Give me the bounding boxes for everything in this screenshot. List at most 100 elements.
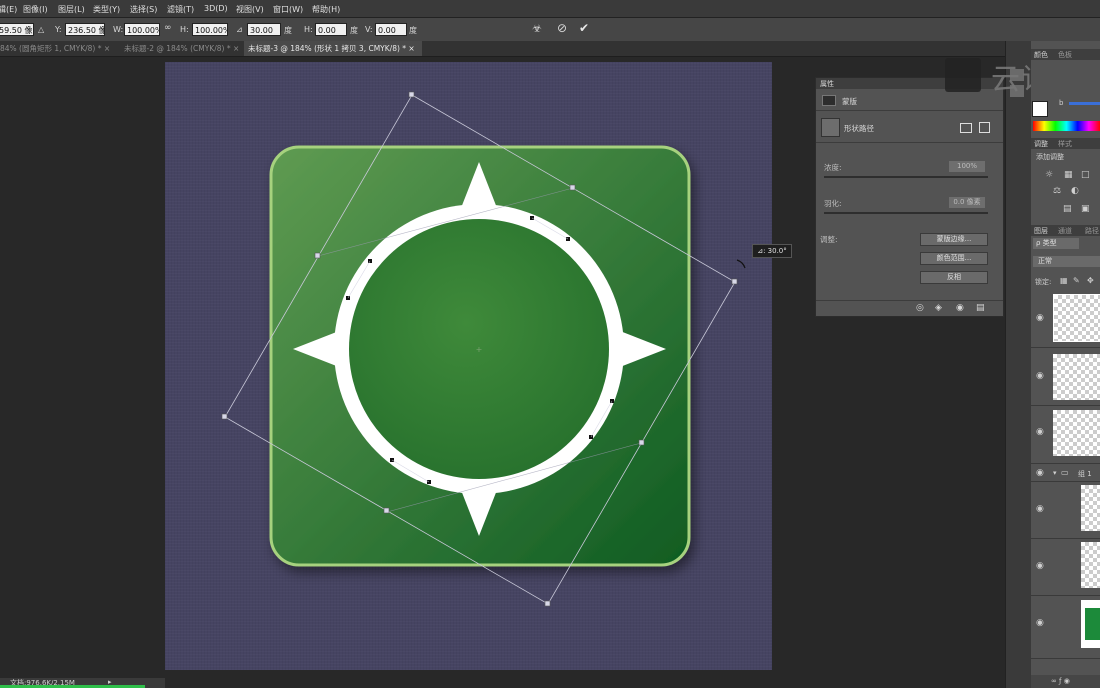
layer-row[interactable]: ◉ [1031, 405, 1100, 464]
angle-icon: ⊿ [236, 25, 243, 34]
layer-row[interactable]: ◉ [1031, 349, 1100, 406]
brightness-icon[interactable]: ☼ [1045, 170, 1053, 180]
hskew-unit: 度 [350, 26, 358, 35]
group-name: 组 1 [1078, 470, 1092, 478]
menu-edit[interactable]: 编辑(E) [0, 4, 17, 15]
b-slider[interactable] [1069, 102, 1100, 105]
tab-styles[interactable]: 样式 [1058, 139, 1072, 149]
cancel-transform-icon[interactable]: ⊘ [557, 21, 567, 35]
watermark-logo-icon [945, 58, 981, 92]
add-mask-icon[interactable] [960, 123, 972, 133]
trash-icon[interactable]: ▤ [976, 303, 985, 313]
vskew-field[interactable]: 0.00 [375, 23, 407, 36]
eye-icon[interactable]: ◉ [1036, 371, 1044, 381]
panel-dock-strip [1005, 41, 1031, 688]
tab-swatches[interactable]: 色板 [1058, 50, 1072, 60]
feather-label: 羽化: [824, 199, 842, 208]
tab-label: 未标题-3 @ 184% (形状 1 拷贝 3, CMYK/8) * [248, 44, 407, 53]
apply-mask-icon[interactable]: ◈ [935, 303, 942, 313]
eye-icon[interactable]: ◉ [1036, 468, 1044, 478]
angle-field[interactable]: 30.00 [247, 23, 281, 36]
color-panel-header: 颜色 色板 [1031, 49, 1100, 60]
close-icon[interactable]: × [408, 44, 414, 53]
tab-doc-3[interactable]: 未标题-3 @ 184% (形状 1 拷贝 3, CMYK/8) * × [244, 41, 422, 56]
layer-row[interactable]: ◉ [1031, 539, 1100, 596]
shape-path-label: 形状路径 [844, 124, 874, 133]
feather-slider[interactable] [824, 212, 988, 214]
tab-adjustments[interactable]: 调整 [1034, 139, 1048, 149]
color-range-button[interactable]: 颜色范围... [920, 252, 988, 265]
menu-window[interactable]: 窗口(W) [273, 4, 303, 15]
lock-position-icon[interactable]: ✥ [1087, 276, 1094, 285]
hskew-field[interactable]: 0.00 [315, 23, 347, 36]
layers-footer-icons[interactable]: ∞ ƒ ◉ [1031, 675, 1100, 688]
lock-pixels-icon[interactable]: ✎ [1073, 276, 1080, 285]
hskew-label: H: [304, 25, 313, 34]
feather-field[interactable]: 0.0 像素 [949, 197, 985, 208]
hue-icon[interactable]: ◐ [1071, 186, 1079, 196]
menu-select[interactable]: 选择(S) [130, 4, 157, 15]
menu-view[interactable]: 视图(V) [236, 4, 264, 15]
eye-icon[interactable]: ◉ [1036, 618, 1044, 628]
select-icon[interactable] [979, 122, 990, 133]
link-icon[interactable]: ∞ [164, 23, 172, 33]
properties-panel: 属性 蒙版 形状路径 浓度: 100% 羽化: 0.0 像素 调整: 蒙版边缘.… [815, 77, 1004, 317]
layer-row[interactable]: ◉ [1031, 596, 1100, 659]
density-slider[interactable] [824, 176, 988, 178]
layer-thumbnail [1053, 354, 1100, 400]
balance-icon[interactable]: ⚖ [1053, 186, 1061, 196]
menu-filter[interactable]: 滤镜(T) [167, 4, 194, 15]
x-field[interactable]: 59.50 像素 [0, 23, 34, 36]
document-tabs: 84% (圆角矩形 1, CMYK/8) * × 未标题-2 @ 184% (C… [0, 41, 1015, 57]
commit-transform-icon[interactable]: ✔ [579, 21, 589, 35]
width-field[interactable]: 100.00% [124, 23, 160, 36]
curves-icon[interactable]: □ [1081, 170, 1090, 180]
tab-doc-2[interactable]: 未标题-2 @ 184% (CMYK/8) * × [120, 41, 242, 56]
menu-help[interactable]: 帮助(H) [312, 4, 340, 15]
options-bar: 59.50 像素 △ Y: 236.50 像素 W: 100.00% ∞ H: … [0, 18, 1100, 42]
close-icon[interactable]: × [233, 44, 239, 53]
invert-button[interactable]: 反相 [920, 271, 988, 284]
tab-layers[interactable]: 图层 [1034, 226, 1048, 236]
right-panel: 颜色 色板 b 调整 样式 添加调整 ☼ ▦ □ ⚖ ◐ ▤ ▣ 图层 通道 路… [1031, 41, 1100, 688]
layer-row[interactable]: ◉ [1031, 291, 1100, 348]
lock-transparency-icon[interactable]: ▦ [1060, 276, 1068, 285]
levels-icon[interactable]: ▦ [1064, 170, 1073, 180]
warp-icon[interactable]: ☣ [532, 22, 542, 35]
height-field[interactable]: 100.00% [192, 23, 228, 36]
eye-icon[interactable]: ◉ [1036, 427, 1044, 437]
mask-label: 蒙版 [842, 97, 857, 106]
mask-edge-button[interactable]: 蒙版边缘... [920, 233, 988, 246]
layer-thumbnail [1081, 600, 1100, 648]
layer-group-row[interactable]: ◉ ▾ ▭ 组 1 [1031, 465, 1100, 482]
color-spectrum[interactable] [1033, 121, 1100, 131]
menu-type[interactable]: 类型(Y) [93, 4, 120, 15]
expand-arrow-icon[interactable]: ▾ [1053, 469, 1057, 477]
tab-color[interactable]: 颜色 [1034, 50, 1048, 60]
svg-text:+: + [476, 345, 483, 354]
tab-doc-1[interactable]: 84% (圆角矩形 1, CMYK/8) * × [0, 41, 116, 56]
foreground-color-swatch[interactable] [1032, 101, 1048, 117]
blend-mode-select[interactable]: 正常 [1033, 256, 1100, 267]
layer-thumbnail [1053, 294, 1100, 342]
eye-icon[interactable]: ◉ [1036, 504, 1044, 514]
selective-color-icon[interactable]: ▣ [1081, 204, 1090, 214]
tab-paths[interactable]: 路径 [1085, 226, 1099, 236]
visibility-icon[interactable]: ◉ [956, 303, 964, 313]
tab-channels[interactable]: 通道 [1058, 226, 1072, 236]
layer-row[interactable]: ◉ [1031, 482, 1100, 539]
density-field[interactable]: 100% [949, 161, 985, 172]
eye-icon[interactable]: ◉ [1036, 561, 1044, 571]
eye-icon[interactable]: ◉ [1036, 313, 1044, 323]
menu-3d[interactable]: 3D(D) [204, 4, 228, 13]
vskew-label: V: [365, 25, 373, 34]
load-selection-icon[interactable]: ◎ [916, 303, 924, 313]
close-icon[interactable]: × [104, 44, 110, 53]
rotation-readout: ⊿: 30.0° [752, 244, 792, 258]
y-field[interactable]: 236.50 像素 [65, 23, 105, 36]
gradient-map-icon[interactable]: ▤ [1063, 204, 1072, 214]
menu-layer[interactable]: 图层(L) [58, 4, 85, 15]
layer-kind-filter[interactable]: ρ 类型 [1033, 238, 1079, 249]
menu-image[interactable]: 图像(I) [23, 4, 48, 15]
h-label: H: [180, 25, 189, 34]
